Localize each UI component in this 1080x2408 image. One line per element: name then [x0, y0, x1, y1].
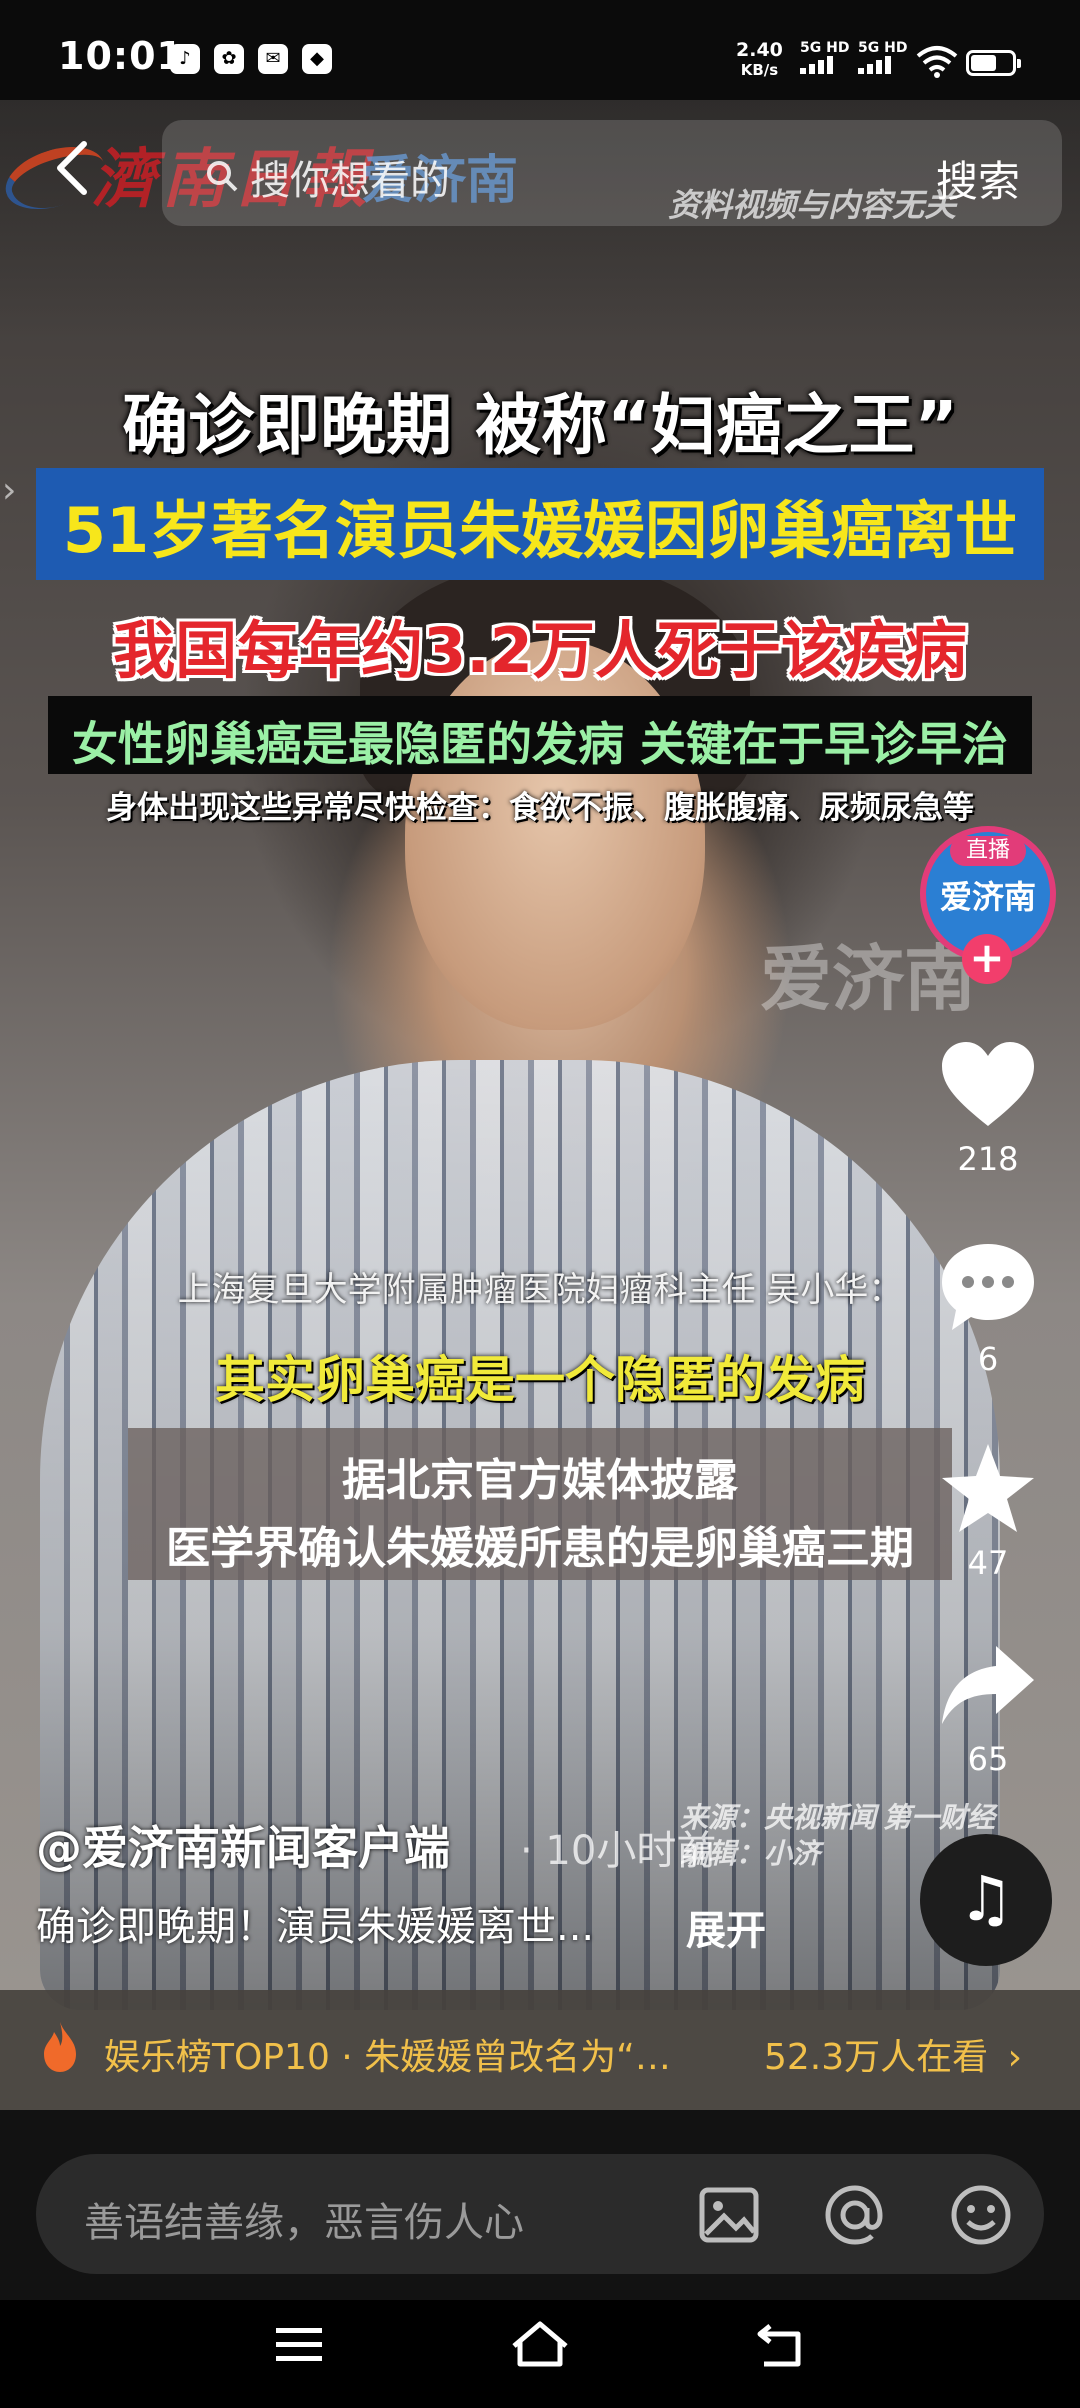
like-count: 218 — [957, 1140, 1019, 1178]
expand-button[interactable]: 展开 — [686, 1898, 766, 1956]
search-icon — [206, 160, 238, 196]
headline-2: 51岁著名演员朱媛媛因卵巢癌离世 — [62, 494, 1018, 567]
qq-music-icon: ♪ — [170, 44, 200, 74]
viewer-count[interactable]: 52.3万人在看 › — [764, 2028, 1022, 2080]
search-button[interactable]: 搜索 — [936, 148, 1020, 209]
wifi-icon — [916, 46, 958, 78]
home-icon[interactable] — [508, 2318, 572, 2372]
caption-line-1: 据北京官方媒体披露 — [342, 1455, 738, 1506]
headline-4: 女性卵巢癌是最隐匿的发病 关键在于早诊早治 — [71, 717, 1008, 771]
net-speed-unit: KB/s — [740, 61, 779, 79]
comment-icon[interactable] — [936, 1240, 1040, 1340]
app-icon: ◆ — [302, 44, 332, 74]
signal-1-label: 5G HD — [800, 40, 850, 56]
share-icon[interactable] — [936, 1640, 1040, 1734]
symptoms-text: 身体出现这些异常尽快检查：食欲不振、腹胀腹痛、尿频尿急等 — [106, 790, 974, 826]
headline-1: 确诊即晚期 被称“妇癌之王” — [122, 387, 958, 464]
signal-2: 5G HD — [858, 40, 907, 78]
fire-icon — [44, 2022, 76, 2072]
comment-count: 6 — [977, 1340, 999, 1378]
cell-signal-icon — [800, 56, 833, 74]
mail-icon: ✉ — [258, 44, 288, 74]
quote-subtitle: 其实卵巢癌是一个隐匿的发病 — [215, 1351, 865, 1409]
favorite-count: 47 — [967, 1544, 1009, 1582]
chevron-right-icon: › — [1007, 2037, 1023, 2078]
caption-line-2: 医学界确认朱媛媛所患的是卵巢癌三期 — [166, 1523, 914, 1574]
emoji-icon[interactable] — [944, 2178, 1018, 2252]
battery-icon — [966, 50, 1021, 76]
viewer-count-text: 52.3万人在看 — [764, 2037, 989, 2078]
at-mention-icon[interactable] — [818, 2178, 892, 2252]
follow-button[interactable]: + — [962, 934, 1012, 984]
share-count: 65 — [967, 1740, 1009, 1778]
baidu-icon: ✿ — [214, 44, 244, 74]
net-speed-value: 2.40 — [736, 39, 783, 61]
back-nav-icon[interactable] — [754, 2318, 810, 2372]
headline-3: 我国每年约3.2万人死于该疾病 — [113, 614, 967, 687]
back-icon[interactable] — [52, 138, 92, 212]
status-time: 10:01 — [58, 34, 184, 78]
live-badge: 直播 — [950, 836, 1026, 866]
post-time: · 10小时前 — [520, 1828, 717, 1874]
side-panel-handle-icon[interactable]: › — [2, 470, 16, 511]
net-speed: 2.40 KB/s — [736, 40, 783, 80]
post-description: 确诊即晚期！演员朱媛媛离世... — [36, 1904, 595, 1950]
live-avatar-label: 爱济南 — [939, 878, 1036, 916]
menu-icon[interactable] — [272, 2322, 328, 2368]
cell-signal-icon — [858, 56, 891, 74]
star-icon[interactable] — [936, 1440, 1040, 1540]
search-input[interactable]: 搜你想看的 — [250, 148, 450, 206]
signal-2-label: 5G HD — [858, 40, 908, 56]
doctor-subtitle: 上海复旦大学附属肿瘤医院妇瘤科主任 吴小华： — [177, 1270, 903, 1310]
author-name[interactable]: @爱济南新闻客户端 — [36, 1812, 450, 1878]
image-icon[interactable] — [692, 2178, 766, 2252]
source-credit: 来源：央视新闻 第一财经 — [680, 1803, 996, 1834]
music-disc-icon[interactable]: ♫ — [920, 1834, 1052, 1966]
like-icon[interactable] — [936, 1040, 1040, 1134]
trending-text[interactable]: 娱乐榜TOP10 · 朱媛媛曾改名为“… — [104, 2028, 671, 2080]
signal-1: 5G HD — [800, 40, 849, 78]
comment-placeholder[interactable]: 善语结善缘，恶言伤人心 — [84, 2190, 524, 2248]
